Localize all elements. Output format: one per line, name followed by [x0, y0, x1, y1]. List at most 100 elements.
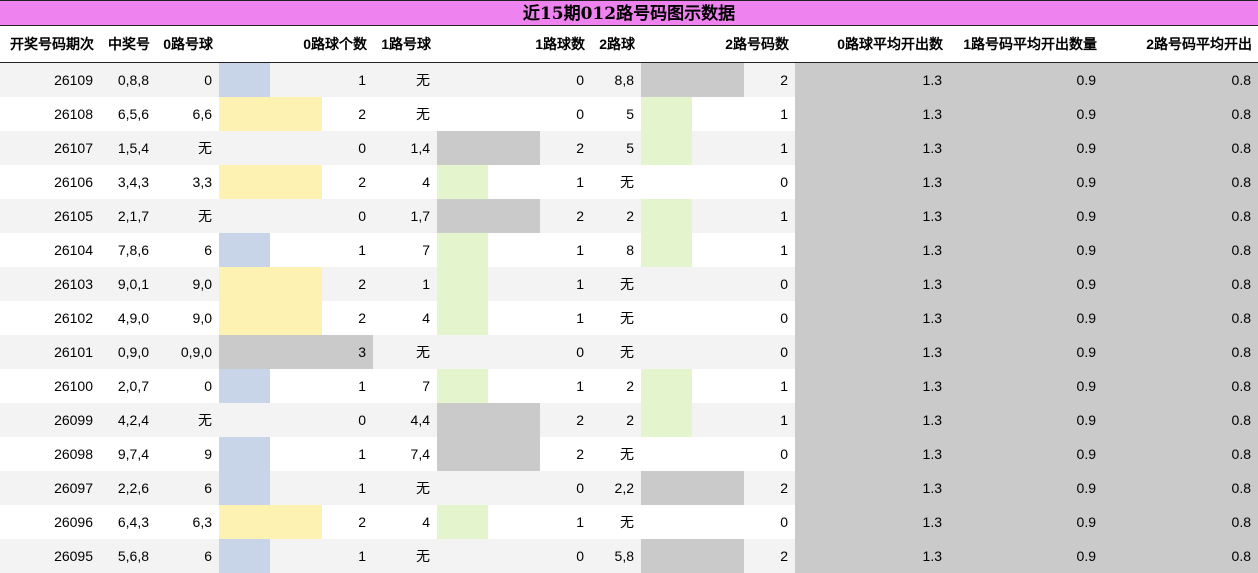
cell-r1-count: 1 — [576, 276, 584, 292]
cell-r1-count: 2 — [576, 446, 584, 462]
cell-r2-balls: 5,8 — [614, 548, 634, 564]
cell-numbers: 3,4,3 — [117, 174, 149, 190]
cell-issue: 26095 — [54, 548, 93, 564]
table-row: 26101 0,9,0 0,9,0 3 无 0 无 0 1.3 0.9 0.8 — [0, 335, 1258, 369]
cell-avg0: 1.3 — [922, 174, 942, 190]
cell-r1-count: 1 — [576, 514, 584, 530]
cell-avg1: 0.9 — [1076, 378, 1096, 394]
cell-r0-count: 1 — [358, 446, 366, 462]
cell-r1-count: 0 — [576, 72, 584, 88]
cell-r2-count: 0 — [780, 276, 788, 292]
cell-numbers: 0,9,0 — [117, 344, 149, 360]
table-row: 26095 5,6,8 6 1 无 0 5,8 2 1.3 0.9 0.8 — [0, 539, 1258, 573]
header-issue: 开奖号码期次 — [10, 36, 94, 52]
cell-r0-balls: 无 — [198, 140, 212, 156]
cell-avg2: 0.8 — [1231, 310, 1251, 326]
header-avg0: 0路球平均开出数 — [837, 36, 943, 52]
cell-r0-balls: 0,9,0 — [180, 344, 212, 360]
cell-avg1: 0.9 — [1076, 480, 1096, 496]
cell-r2-count: 1 — [780, 106, 788, 122]
cell-issue: 26106 — [54, 174, 93, 190]
header-r2-count: 2路号码数 — [725, 36, 789, 52]
cell-r1-count: 0 — [576, 344, 584, 360]
cell-r0-balls: 6 — [204, 480, 212, 496]
cell-r0-count: 2 — [358, 106, 366, 122]
cell-issue: 26108 — [54, 106, 93, 122]
cell-r0-balls: 9 — [204, 446, 212, 462]
cell-numbers: 2,2,6 — [117, 480, 149, 496]
cell-avg1: 0.9 — [1076, 344, 1096, 360]
cell-r2-balls: 2 — [626, 412, 634, 428]
cell-r0-count: 1 — [358, 378, 366, 394]
cell-r1-balls: 无 — [416, 548, 430, 564]
cell-r2-balls: 8 — [626, 242, 634, 258]
cell-avg1: 0.9 — [1076, 514, 1096, 530]
cell-r2-balls: 无 — [620, 446, 634, 462]
cell-avg1: 0.9 — [1076, 140, 1096, 156]
table-row: 26098 9,7,4 9 1 7,4 2 无 0 1.3 0.9 0.8 — [0, 437, 1258, 471]
cell-avg2: 0.8 — [1231, 514, 1251, 530]
cell-r2-balls: 5 — [626, 140, 634, 156]
cell-issue: 26109 — [54, 72, 93, 88]
cell-r2-count: 1 — [780, 208, 788, 224]
cell-r1-count: 0 — [576, 548, 584, 564]
cell-avg2: 0.8 — [1231, 412, 1251, 428]
table-row: 26108 6,5,6 6,6 2 无 0 5 1 1.3 0.9 0.8 — [0, 97, 1258, 131]
cell-r1-balls: 无 — [416, 106, 430, 122]
cell-r1-balls: 无 — [416, 72, 430, 88]
cell-r2-count: 0 — [780, 446, 788, 462]
cell-avg2: 0.8 — [1231, 548, 1251, 564]
table-row: 26103 9,0,1 9,0 2 1 1 无 0 1.3 0.9 0.8 — [0, 267, 1258, 301]
header-r2-balls: 2路球 — [599, 36, 635, 52]
cell-avg1: 0.9 — [1076, 72, 1096, 88]
cell-r0-count: 2 — [358, 276, 366, 292]
header-avg2: 2路号码平均开出 — [1146, 36, 1252, 52]
cell-numbers: 0,8,8 — [117, 72, 149, 88]
cell-r0-balls: 0 — [204, 378, 212, 394]
cell-avg1: 0.9 — [1076, 208, 1096, 224]
cell-r2-count: 0 — [780, 174, 788, 190]
cell-r1-count: 1 — [576, 174, 584, 190]
table-row: 26099 4,2,4 无 0 4,4 2 2 1 1.3 0.9 0.8 — [0, 403, 1258, 437]
cell-r0-count: 3 — [358, 344, 366, 360]
cell-avg0: 1.3 — [922, 140, 942, 156]
cell-avg0: 1.3 — [922, 276, 942, 292]
cell-avg1: 0.9 — [1076, 310, 1096, 326]
cell-r1-balls: 1,4 — [410, 140, 430, 156]
cell-r0-count: 0 — [358, 412, 366, 428]
cell-r1-balls: 7 — [422, 242, 430, 258]
cell-avg2: 0.8 — [1231, 106, 1251, 122]
cell-r1-balls: 7,4 — [410, 446, 430, 462]
cell-numbers: 9,7,4 — [117, 446, 149, 462]
cell-avg0: 1.3 — [922, 72, 942, 88]
cell-issue: 26105 — [54, 208, 93, 224]
cell-r1-count: 2 — [576, 412, 584, 428]
cell-r1-count: 2 — [576, 140, 584, 156]
cell-numbers: 2,1,7 — [117, 208, 149, 224]
cell-issue: 26097 — [54, 480, 93, 496]
cell-r2-count: 2 — [780, 480, 788, 496]
cell-avg2: 0.8 — [1231, 242, 1251, 258]
cell-r1-balls: 4 — [422, 514, 430, 530]
cell-r0-count: 2 — [358, 514, 366, 530]
cell-issue: 26104 — [54, 242, 93, 258]
cell-r0-balls: 6,6 — [192, 106, 212, 122]
cell-r2-count: 0 — [780, 310, 788, 326]
cell-r2-count: 1 — [780, 140, 788, 156]
cell-r2-balls: 2 — [626, 208, 634, 224]
cell-avg1: 0.9 — [1076, 106, 1096, 122]
sheet-title: 近15期012路号码图示数据 — [0, 0, 1258, 26]
cell-r1-count: 0 — [576, 106, 584, 122]
cell-avg0: 1.3 — [922, 208, 942, 224]
cell-avg1: 0.9 — [1076, 276, 1096, 292]
table-row: 26096 6,4,3 6,3 2 4 1 无 0 1.3 0.9 0.8 — [0, 505, 1258, 539]
table-row: 26107 1,5,4 无 0 1,4 2 5 1 1.3 0.9 0.8 — [0, 131, 1258, 165]
cell-r2-balls: 无 — [620, 310, 634, 326]
cell-r1-count: 0 — [576, 480, 584, 496]
header-row: 开奖号码期次 中奖号 0路号球 0路球个数 1路号球 1路球数 2路球 2路号码数 0路球平均开… — [0, 26, 1258, 63]
cell-avg2: 0.8 — [1231, 72, 1251, 88]
cell-avg0: 1.3 — [922, 344, 942, 360]
cell-numbers: 9,0,1 — [117, 276, 149, 292]
cell-r2-count: 1 — [780, 242, 788, 258]
cell-r0-count: 0 — [358, 208, 366, 224]
